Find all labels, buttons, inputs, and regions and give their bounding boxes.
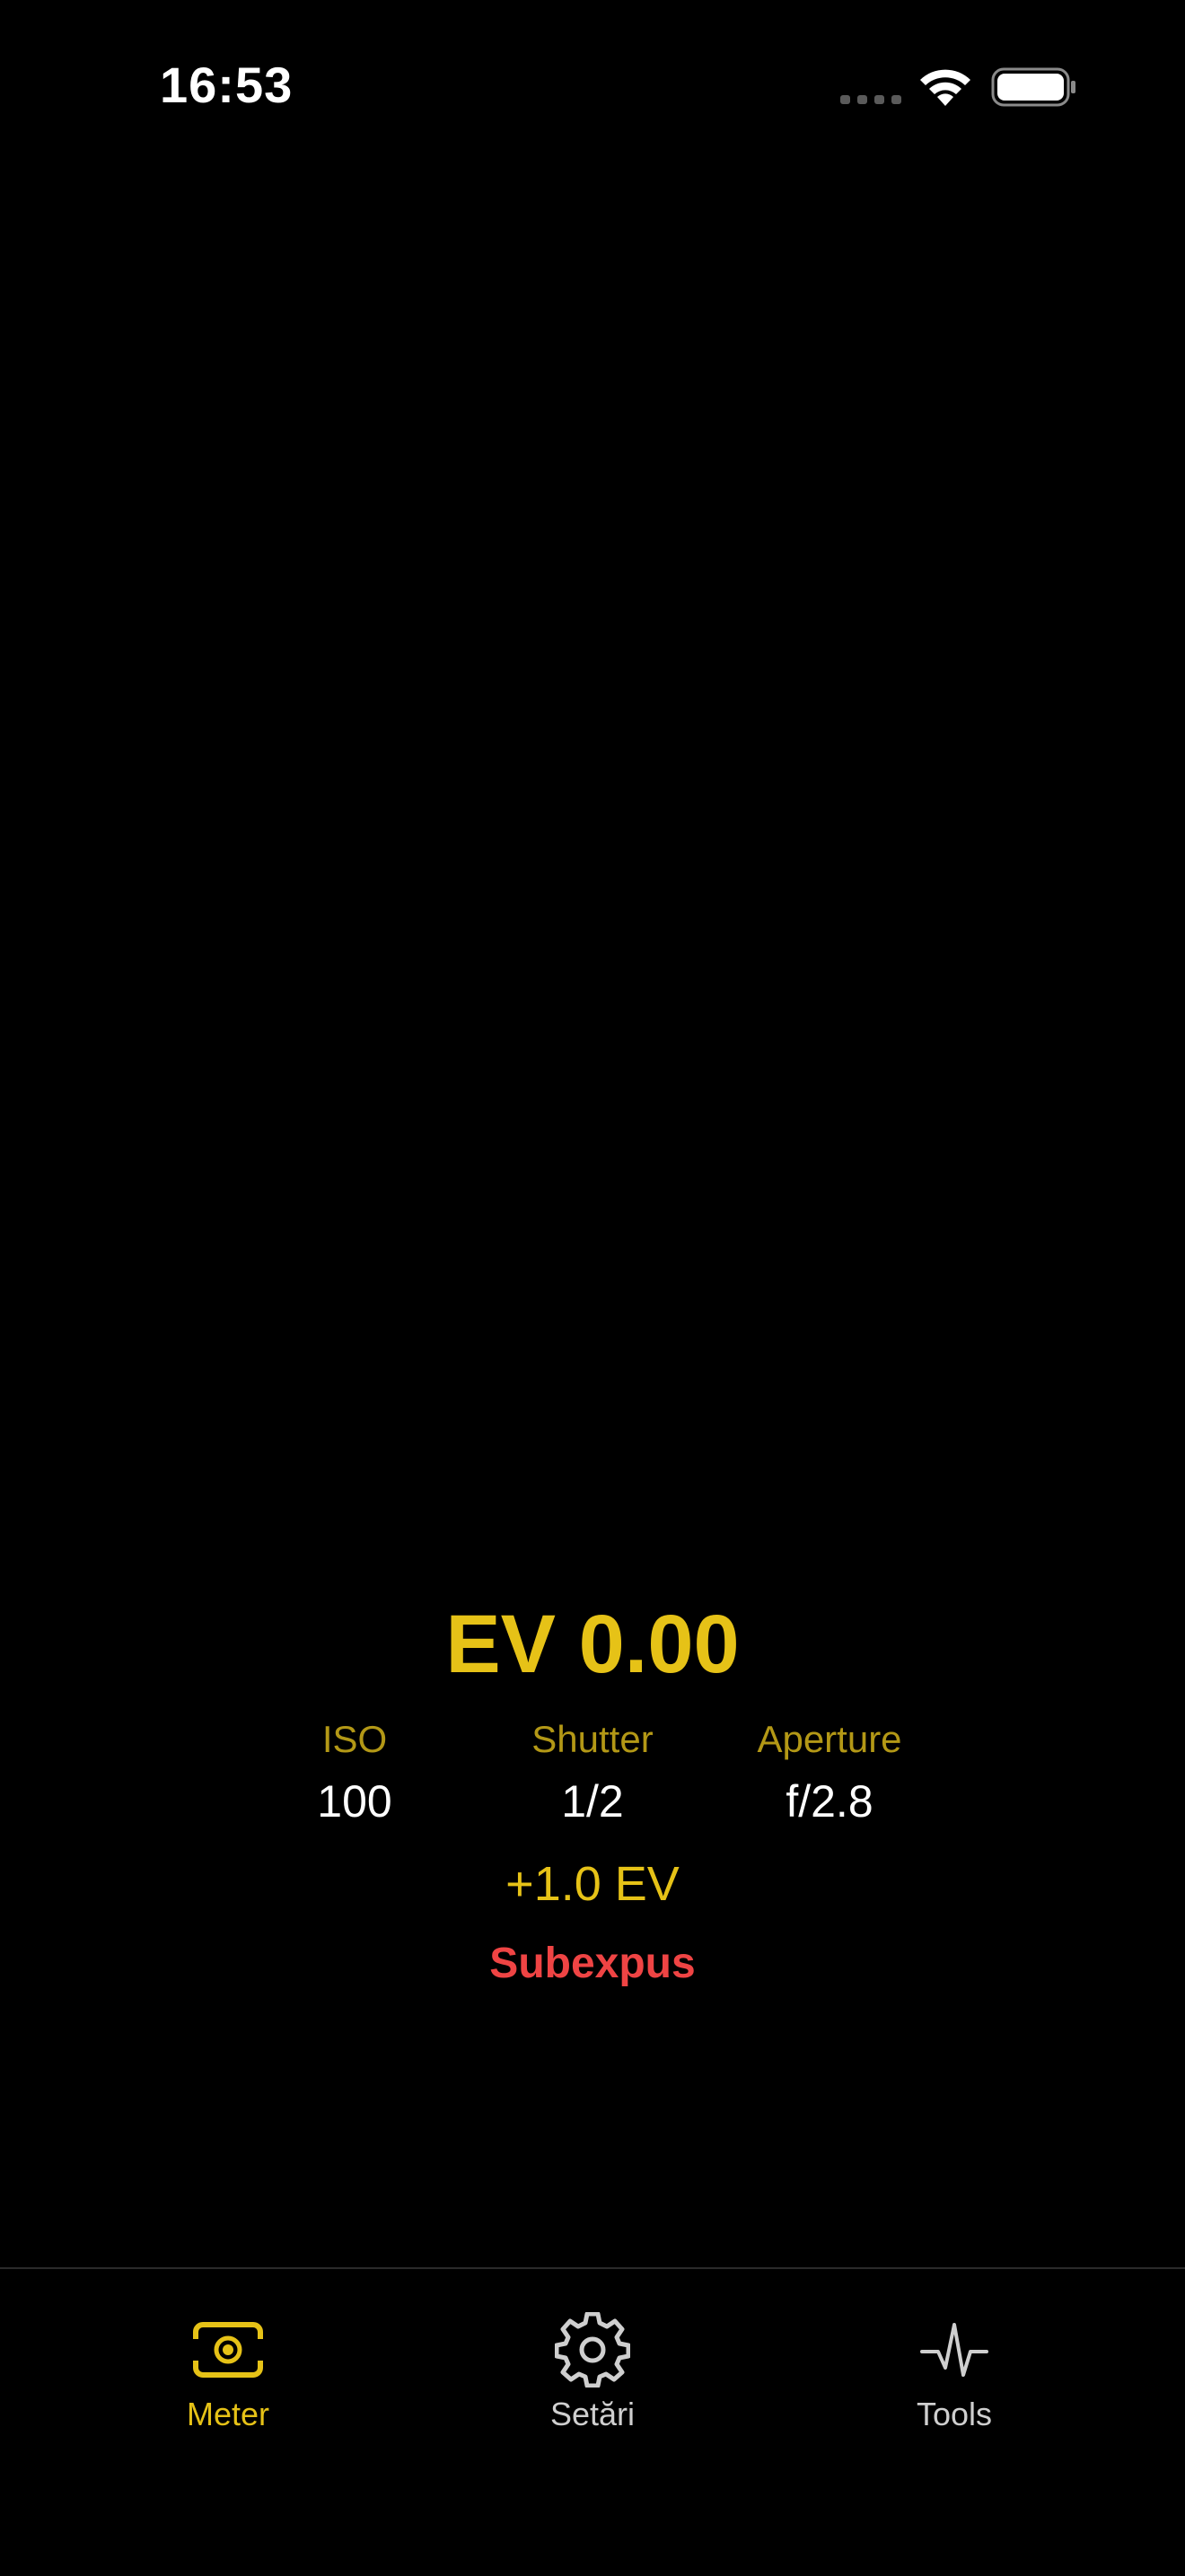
shutter-value: 1/2: [561, 1776, 624, 1827]
tab-tools[interactable]: Tools: [838, 2312, 1071, 2436]
tab-meter[interactable]: Meter: [111, 2312, 345, 2436]
ev-reading: EV 0.00: [445, 1599, 740, 1690]
iso-param[interactable]: ISO 100: [220, 1714, 489, 1833]
shutter-label: Shutter: [531, 1718, 654, 1760]
waveform-icon: [920, 2323, 988, 2377]
cellular-signal-icon: [840, 95, 901, 104]
tab-meter-label: Meter: [186, 2396, 270, 2432]
wifi-icon: [920, 69, 970, 106]
iso-label: ISO: [321, 1718, 388, 1760]
gear-icon: [555, 2312, 630, 2388]
shutter-param[interactable]: Shutter 1/2: [458, 1714, 727, 1833]
status-time: 16:53: [160, 57, 294, 113]
tab-bar: Meter Setări Tools: [0, 2267, 1185, 2576]
exposure-status: Subexpus: [489, 1940, 696, 1987]
iso-value: 100: [317, 1776, 392, 1827]
ev-compensation: +1.0 EV: [505, 1857, 680, 1911]
tab-settings-label: Setări: [549, 2396, 636, 2432]
tab-settings[interactable]: Setări: [476, 2312, 709, 2436]
camera-meter-icon: [190, 2322, 266, 2378]
battery-icon: [991, 67, 1075, 107]
aperture-value: f/2.8: [786, 1776, 873, 1827]
aperture-param[interactable]: Aperture f/2.8: [695, 1714, 964, 1833]
status-bar: 16:53: [0, 0, 1185, 180]
aperture-label: Aperture: [757, 1718, 902, 1760]
tab-tools-label: Tools: [916, 2396, 993, 2432]
